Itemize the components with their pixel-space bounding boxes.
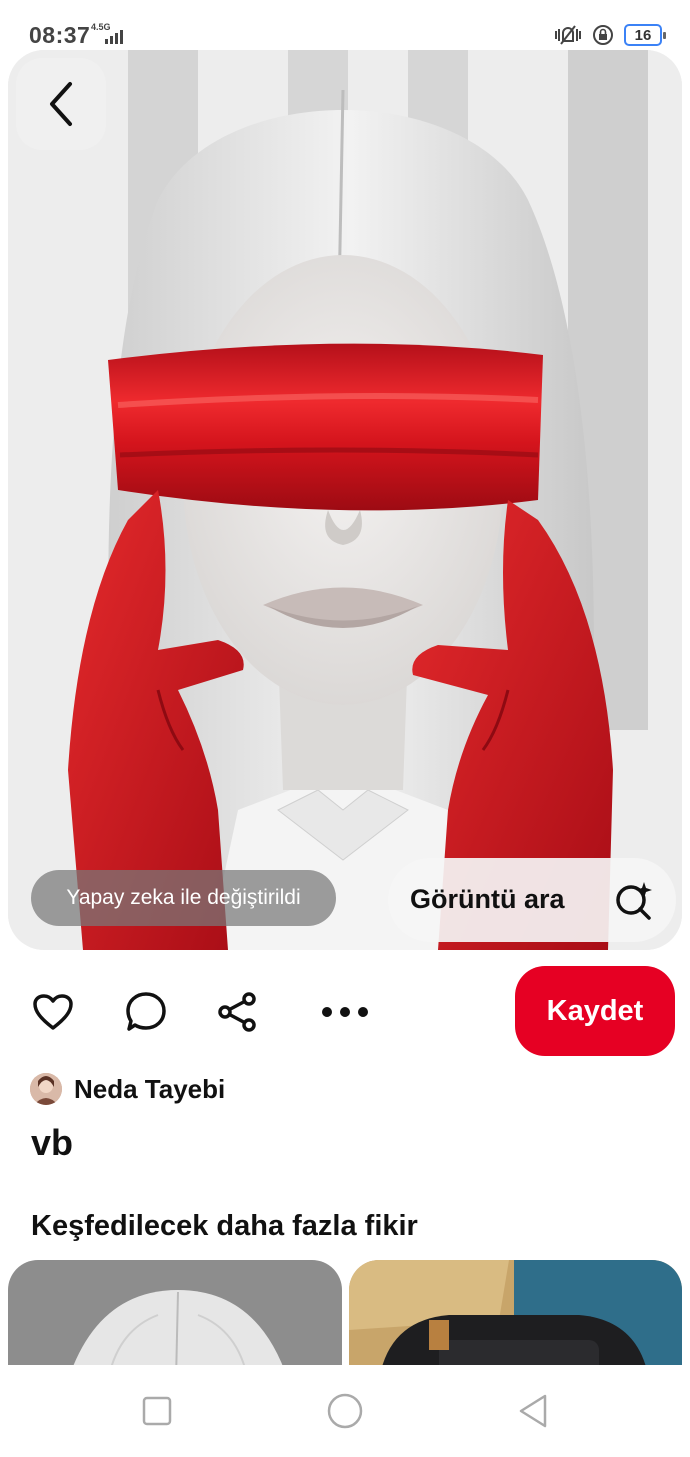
pin-title: vb [31, 1122, 74, 1163]
related-pin-image [8, 1260, 342, 1380]
like-button[interactable] [31, 990, 75, 1034]
status-icons: 16 [554, 22, 666, 48]
avatar [30, 1073, 62, 1105]
share-icon [218, 992, 256, 1032]
heart-icon [33, 994, 73, 1030]
visual-search-icon [616, 882, 652, 920]
visual-search-button[interactable]: Görüntü ara [388, 858, 676, 942]
comment-icon [126, 992, 166, 1031]
system-nav-bar [0, 1365, 690, 1457]
visual-search-label: Görüntü ara [410, 884, 565, 914]
more-ideas-heading: Keşfedilecek daha fazla fikir [31, 1210, 418, 1242]
signal-icon [105, 30, 123, 44]
circle-nav-icon [327, 1393, 363, 1429]
triangle-nav-icon [519, 1394, 547, 1428]
related-pin-image [349, 1260, 682, 1380]
home-button[interactable] [325, 1391, 365, 1431]
pin-artwork [8, 50, 682, 950]
author[interactable]: Neda Tayebi [30, 1071, 225, 1107]
back-icon [50, 82, 72, 126]
related-pin[interactable] [8, 1260, 342, 1380]
share-button[interactable] [215, 990, 259, 1034]
network-indicator: 4.5G [91, 22, 129, 46]
back-nav-button[interactable] [513, 1391, 553, 1431]
related-pin[interactable] [349, 1260, 682, 1380]
more-options-button[interactable] [321, 990, 369, 1034]
comment-button[interactable] [124, 990, 168, 1034]
rotation-lock-icon [593, 25, 613, 45]
battery-icon: 16 [624, 24, 666, 46]
recents-button[interactable] [137, 1391, 177, 1431]
ai-modified-badge: Yapay zeka ile değiştirildi [31, 870, 336, 926]
screen: 08:37 4.5G 16 Yapay zeka ile değiştirild… [0, 0, 690, 1457]
save-button[interactable]: Kaydet [515, 966, 675, 1056]
square-nav-icon [142, 1396, 172, 1426]
pin-image[interactable] [8, 50, 682, 950]
back-button[interactable] [16, 58, 106, 150]
more-icon [322, 1007, 368, 1017]
author-name: Neda Tayebi [74, 1073, 226, 1104]
vibrate-icon [555, 25, 581, 45]
status-time: 08:37 [29, 22, 91, 48]
